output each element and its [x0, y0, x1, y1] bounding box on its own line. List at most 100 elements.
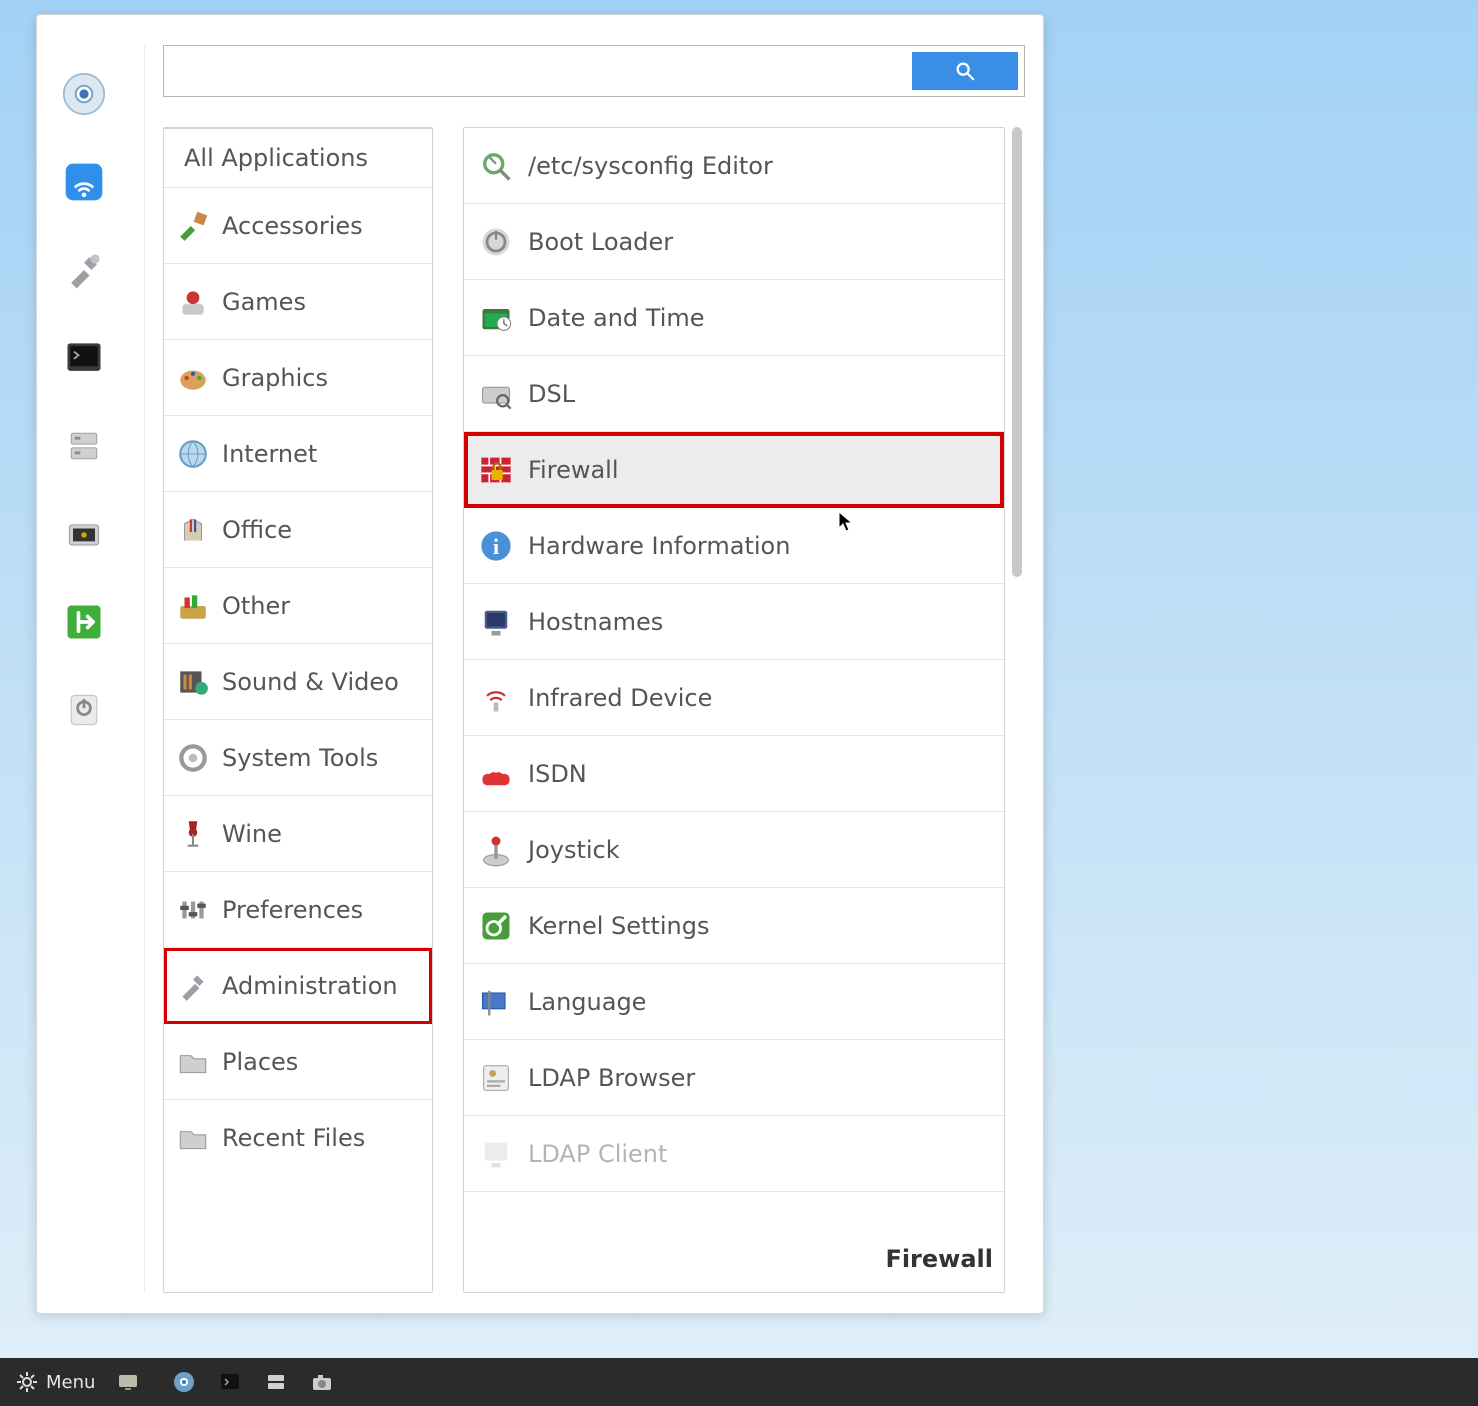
- shutdown-icon: [62, 688, 106, 732]
- info-icon: i: [478, 528, 514, 564]
- ldap-browser-icon: [478, 1060, 514, 1096]
- category-administration[interactable]: Administration: [164, 948, 432, 1024]
- favorite-wifi[interactable]: [55, 153, 113, 211]
- favorite-shutdown[interactable]: [55, 681, 113, 739]
- app-label: Firewall: [528, 456, 619, 484]
- app-boot-loader[interactable]: Boot Loader: [464, 204, 1004, 280]
- favorite-chromium[interactable]: [55, 65, 113, 123]
- app-label: DSL: [528, 380, 575, 408]
- accessories-icon: [176, 209, 210, 243]
- category-label: Office: [222, 516, 292, 544]
- app-hostnames[interactable]: Hostnames: [464, 584, 1004, 660]
- scroll-thumb[interactable]: [1012, 127, 1022, 577]
- system-tools-icon: [176, 741, 210, 775]
- isdn-icon: [478, 756, 514, 792]
- favorite-files[interactable]: [55, 417, 113, 475]
- taskbar-chromium[interactable]: [165, 1365, 203, 1399]
- application-area: /etc/sysconfig Editor Boot Loader Date a…: [463, 127, 1025, 1293]
- app-sysconfig-editor[interactable]: /etc/sysconfig Editor: [464, 128, 1004, 204]
- app-label: Date and Time: [528, 304, 705, 332]
- category-label: Internet: [222, 440, 317, 468]
- category-label: Sound & Video: [222, 668, 399, 696]
- taskbar-screenshot[interactable]: [303, 1365, 341, 1399]
- category-all-applications[interactable]: All Applications: [164, 128, 432, 188]
- category-games[interactable]: Games: [164, 264, 432, 340]
- hover-tooltip: Firewall: [885, 1245, 993, 1273]
- category-internet[interactable]: Internet: [164, 416, 432, 492]
- taskbar-menu-label: Menu: [46, 1372, 95, 1393]
- category-accessories[interactable]: Accessories: [164, 188, 432, 264]
- infrared-icon: [478, 680, 514, 716]
- chromium-icon: [171, 1369, 197, 1395]
- desktop: All Applications Accessories Games Graph…: [0, 0, 1478, 1406]
- search-button[interactable]: [912, 52, 1018, 90]
- power-icon: [478, 224, 514, 260]
- file-manager-icon: [263, 1369, 289, 1395]
- multimedia-icon: [176, 665, 210, 699]
- category-other[interactable]: Other: [164, 568, 432, 644]
- category-label: System Tools: [222, 744, 378, 772]
- app-kernel-settings[interactable]: Kernel Settings: [464, 888, 1004, 964]
- app-label: Hardware Information: [528, 532, 790, 560]
- app-firewall[interactable]: Firewall: [464, 432, 1004, 508]
- category-label: Games: [222, 288, 306, 316]
- keyring-icon: [62, 512, 106, 556]
- file-manager-icon: [62, 424, 106, 468]
- folder-icon: [176, 1121, 210, 1155]
- favorite-keyring[interactable]: [55, 505, 113, 563]
- chromium-icon: [62, 72, 106, 116]
- category-graphics[interactable]: Graphics: [164, 340, 432, 416]
- app-ldap-client[interactable]: LDAP Client: [464, 1116, 1004, 1192]
- sysconfig-icon: [478, 148, 514, 184]
- app-scrollbar[interactable]: [1009, 127, 1025, 1293]
- category-system-tools[interactable]: System Tools: [164, 720, 432, 796]
- category-label: Other: [222, 592, 290, 620]
- dsl-icon: [478, 376, 514, 412]
- taskbar-terminal[interactable]: [211, 1365, 249, 1399]
- category-sound-video[interactable]: Sound & Video: [164, 644, 432, 720]
- application-menu-popup: All Applications Accessories Games Graph…: [36, 14, 1044, 1314]
- app-infrared-device[interactable]: Infrared Device: [464, 660, 1004, 736]
- administration-icon: [176, 969, 210, 1003]
- app-label: LDAP Browser: [528, 1064, 695, 1092]
- favorite-settings[interactable]: [55, 241, 113, 299]
- category-places[interactable]: Places: [164, 1024, 432, 1100]
- category-label: Recent Files: [222, 1124, 365, 1152]
- search-input[interactable]: [164, 46, 912, 96]
- category-recent-files[interactable]: Recent Files: [164, 1100, 432, 1176]
- firewall-icon: [478, 452, 514, 488]
- taskbar-show-desktop[interactable]: [109, 1365, 147, 1399]
- favorite-terminal[interactable]: [55, 329, 113, 387]
- app-joystick[interactable]: Joystick: [464, 812, 1004, 888]
- taskbar-menu-button[interactable]: Menu: [8, 1365, 101, 1399]
- camera-icon: [309, 1369, 335, 1395]
- category-label: Wine: [222, 820, 282, 848]
- app-label: ISDN: [528, 760, 587, 788]
- category-label: Places: [222, 1048, 298, 1076]
- app-dsl[interactable]: DSL: [464, 356, 1004, 432]
- app-date-time[interactable]: Date and Time: [464, 280, 1004, 356]
- category-label: Preferences: [222, 896, 363, 924]
- category-office[interactable]: Office: [164, 492, 432, 568]
- folder-icon: [176, 1045, 210, 1079]
- app-hardware-information[interactable]: i Hardware Information: [464, 508, 1004, 584]
- search-icon: [954, 60, 976, 82]
- app-label: Hostnames: [528, 608, 663, 636]
- app-language[interactable]: Language: [464, 964, 1004, 1040]
- category-list: All Applications Accessories Games Graph…: [163, 127, 433, 1293]
- gear-icon: [14, 1369, 40, 1395]
- app-ldap-browser[interactable]: LDAP Browser: [464, 1040, 1004, 1116]
- search-bar: [163, 45, 1025, 97]
- joystick-icon: [478, 832, 514, 868]
- favorites-column: [37, 45, 145, 1293]
- terminal-icon: [217, 1369, 243, 1395]
- app-isdn[interactable]: ISDN: [464, 736, 1004, 812]
- taskbar-files[interactable]: [257, 1365, 295, 1399]
- category-wine[interactable]: Wine: [164, 796, 432, 872]
- office-icon: [176, 513, 210, 547]
- category-preferences[interactable]: Preferences: [164, 872, 432, 948]
- language-icon: [478, 984, 514, 1020]
- app-label: Joystick: [528, 836, 620, 864]
- category-label: Administration: [222, 972, 398, 1000]
- favorite-logout[interactable]: [55, 593, 113, 651]
